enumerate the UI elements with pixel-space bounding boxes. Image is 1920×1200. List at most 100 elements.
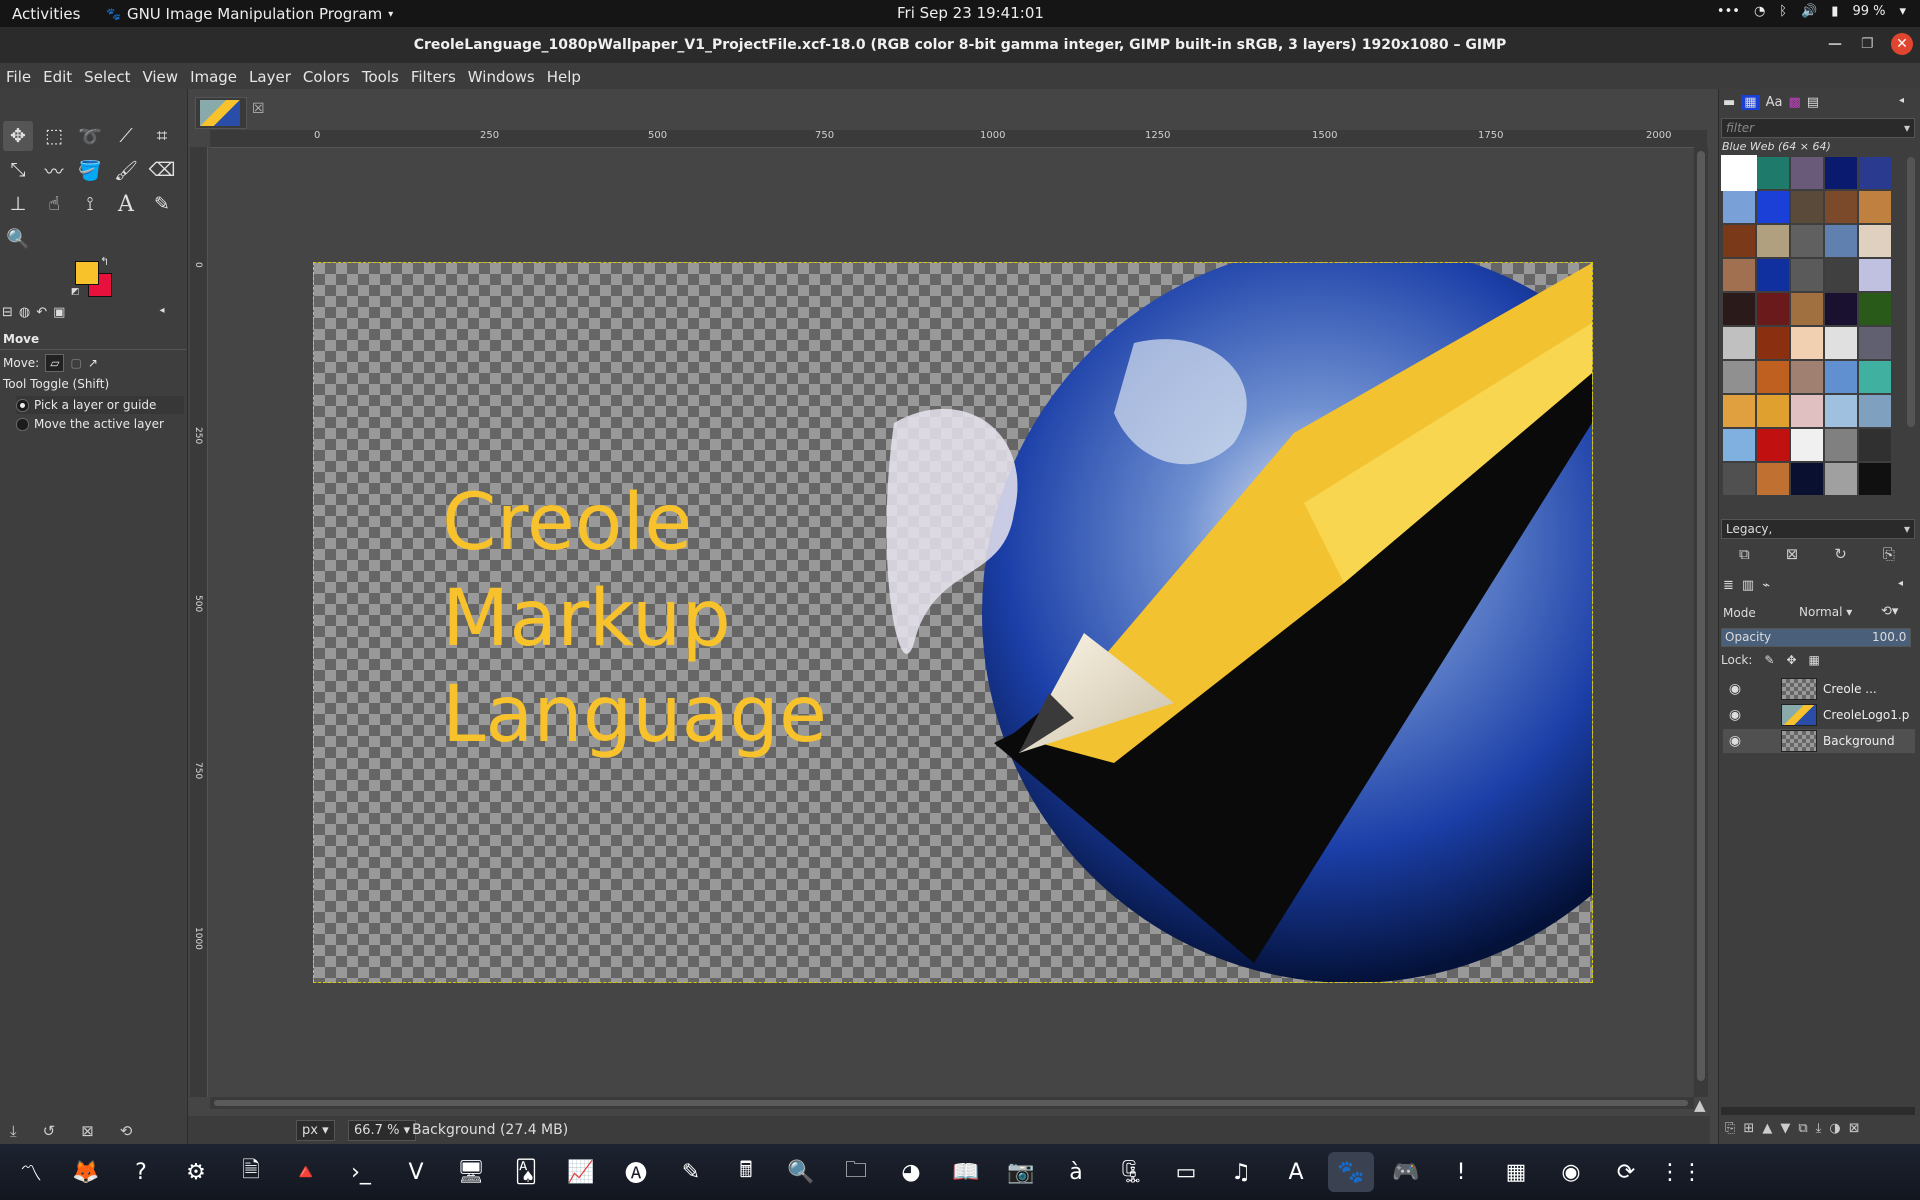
pattern-swatch[interactable] xyxy=(1757,327,1789,359)
menu-tools[interactable]: Tools xyxy=(356,63,405,89)
move-tool-icon[interactable]: ✥ xyxy=(3,121,33,151)
close-window-button[interactable]: ✕ xyxy=(1891,33,1913,55)
camera-icon[interactable]: ◉ xyxy=(1548,1152,1594,1192)
layers-hscrollbar[interactable] xyxy=(1721,1107,1915,1115)
pattern-swatch[interactable] xyxy=(1723,463,1755,495)
pattern-swatch[interactable] xyxy=(1859,395,1891,427)
raise-layer-icon[interactable]: ▲ xyxy=(1762,1121,1772,1136)
pattern-swatch[interactable] xyxy=(1723,429,1755,461)
device-status-tab-icon[interactable]: ◍ xyxy=(19,305,30,320)
more-icon[interactable]: ••• xyxy=(1717,4,1740,19)
save-options-icon[interactable]: ⤓ xyxy=(10,1122,17,1140)
pdf-viewer-icon[interactable]: A xyxy=(1273,1152,1319,1192)
pattern-grid[interactable] xyxy=(1721,155,1895,495)
delete-pattern-icon[interactable]: ⊠ xyxy=(1786,545,1799,563)
refresh-patterns-icon[interactable]: ↻ xyxy=(1834,545,1847,563)
image-canvas[interactable]: Creole Markup Language xyxy=(313,262,1593,983)
update-icon[interactable]: ⟳ xyxy=(1603,1152,1649,1192)
text-editor-icon[interactable]: ✎ xyxy=(668,1152,714,1192)
minimize-button[interactable]: — xyxy=(1828,36,1842,52)
vlc-icon[interactable]: 🔺 xyxy=(283,1152,329,1192)
pattern-swatch[interactable] xyxy=(1791,157,1823,189)
pattern-swatch[interactable] xyxy=(1825,327,1857,359)
clock[interactable]: Fri Sep 23 19:41:01 xyxy=(897,4,1044,22)
layers-tab-icon[interactable]: ≣ xyxy=(1723,578,1734,593)
scrollbar-thumb[interactable] xyxy=(1697,151,1705,1081)
virtual-desktop-icon[interactable]: ▭ xyxy=(1163,1152,1209,1192)
radio-move-active[interactable]: Move the active layer xyxy=(16,417,164,431)
bucket-fill-tool-icon[interactable]: 🪣 xyxy=(75,155,105,185)
close-image-tab-icon[interactable]: ☒ xyxy=(252,101,265,117)
pattern-swatch[interactable] xyxy=(1757,395,1789,427)
delete-options-icon[interactable]: ⊠ xyxy=(81,1122,94,1140)
character-map-icon[interactable]: à xyxy=(1053,1152,1099,1192)
image-viewer-icon[interactable]: 🔍 xyxy=(778,1152,824,1192)
new-layer-icon[interactable]: ⎘ xyxy=(1725,1121,1735,1136)
menu-edit[interactable]: Edit xyxy=(37,63,78,89)
menu-layer[interactable]: Layer xyxy=(243,63,297,89)
pattern-swatch[interactable] xyxy=(1723,191,1755,223)
fuzzy-select-tool-icon[interactable]: ⟋ xyxy=(111,121,141,151)
pattern-swatch[interactable] xyxy=(1859,429,1891,461)
pattern-swatch[interactable] xyxy=(1791,293,1823,325)
pattern-swatch[interactable] xyxy=(1723,293,1755,325)
pattern-swatch[interactable] xyxy=(1825,463,1857,495)
software-center-icon[interactable]: 🅐 xyxy=(613,1152,659,1192)
new-group-icon[interactable]: ⊞ xyxy=(1743,1121,1754,1136)
pattern-swatch[interactable] xyxy=(1859,327,1891,359)
pattern-scrollbar[interactable] xyxy=(1907,157,1915,427)
move-selection-mode-icon[interactable]: ▢ xyxy=(70,356,81,370)
horizontal-scrollbar[interactable] xyxy=(210,1097,1694,1109)
vim-icon[interactable]: V xyxy=(393,1152,439,1192)
color-picker-tool-icon[interactable]: ✎ xyxy=(147,189,177,219)
navigate-icon[interactable]: ▲ xyxy=(1694,1096,1706,1114)
smudge-tool-icon[interactable]: ☝ xyxy=(39,189,69,219)
restore-options-icon[interactable]: ↺ xyxy=(43,1122,56,1140)
layer-row[interactable]: ◉ Creole ... xyxy=(1723,677,1915,701)
pattern-swatch[interactable] xyxy=(1791,225,1823,257)
image-tab[interactable] xyxy=(195,97,247,129)
menu-filters[interactable]: Filters xyxy=(405,63,462,89)
activities-button[interactable]: Activities xyxy=(12,5,80,23)
warp-transform-tool-icon[interactable]: 〰 xyxy=(39,155,69,185)
files-icon[interactable]: 🗀 xyxy=(833,1152,879,1192)
pattern-swatch[interactable] xyxy=(1859,157,1891,189)
pattern-swatch[interactable] xyxy=(1757,157,1789,189)
firefox-icon[interactable]: 🦊 xyxy=(63,1152,109,1192)
zoom-select[interactable]: 66.7 % ▾ xyxy=(348,1120,417,1141)
gimp-icon[interactable]: 🐾 xyxy=(1328,1152,1374,1192)
app-menu[interactable]: 🐾 GNU Image Manipulation Program ▾ xyxy=(106,5,393,23)
pattern-swatch[interactable] xyxy=(1723,327,1755,359)
pattern-swatch[interactable] xyxy=(1757,191,1789,223)
pattern-swatch[interactable] xyxy=(1757,429,1789,461)
unified-transform-tool-icon[interactable]: ⤡ xyxy=(3,155,33,185)
remote-desktop-icon[interactable]: 🖥 xyxy=(448,1152,494,1192)
vertical-scrollbar[interactable] xyxy=(1694,147,1708,1097)
disk-usage-icon[interactable]: ◕ xyxy=(888,1152,934,1192)
paintbrush-tool-icon[interactable]: 🖌 xyxy=(111,155,141,185)
pattern-swatch[interactable] xyxy=(1825,225,1857,257)
pattern-tag-input[interactable]: Legacy, ▾ xyxy=(1721,519,1915,539)
open-pattern-icon[interactable]: ⎘ xyxy=(1883,545,1895,563)
menu-view[interactable]: View xyxy=(136,63,184,89)
mode-select[interactable]: Normal ▾ xyxy=(1799,605,1852,619)
pattern-swatch[interactable] xyxy=(1723,225,1755,257)
foreground-color-swatch[interactable] xyxy=(75,261,99,285)
paths-tool-icon[interactable]: ⟟ xyxy=(75,189,105,219)
menu-select[interactable]: Select xyxy=(78,63,136,89)
default-colors-icon[interactable]: ◩ xyxy=(71,287,80,297)
dock-menu-icon[interactable]: ◂ xyxy=(1898,578,1903,593)
undo-history-tab-icon[interactable]: ↶ xyxy=(36,305,47,320)
calculator-icon[interactable]: 🖩 xyxy=(723,1152,769,1192)
brushes-tab-icon[interactable]: ▬ xyxy=(1723,95,1735,110)
dock-menu-icon[interactable]: ◂ xyxy=(159,305,164,320)
pattern-swatch[interactable] xyxy=(1791,327,1823,359)
dock-menu-icon[interactable]: ◂ xyxy=(1899,95,1904,110)
pattern-swatch[interactable] xyxy=(1825,395,1857,427)
unit-select[interactable]: px ▾ xyxy=(296,1120,335,1141)
menu-help[interactable]: Help xyxy=(541,63,587,89)
layer-row-selected[interactable]: ◉ Background xyxy=(1723,729,1915,753)
pattern-swatch[interactable] xyxy=(1825,191,1857,223)
maximize-button[interactable]: ❐ xyxy=(1861,36,1874,52)
pattern-swatch[interactable] xyxy=(1791,361,1823,393)
